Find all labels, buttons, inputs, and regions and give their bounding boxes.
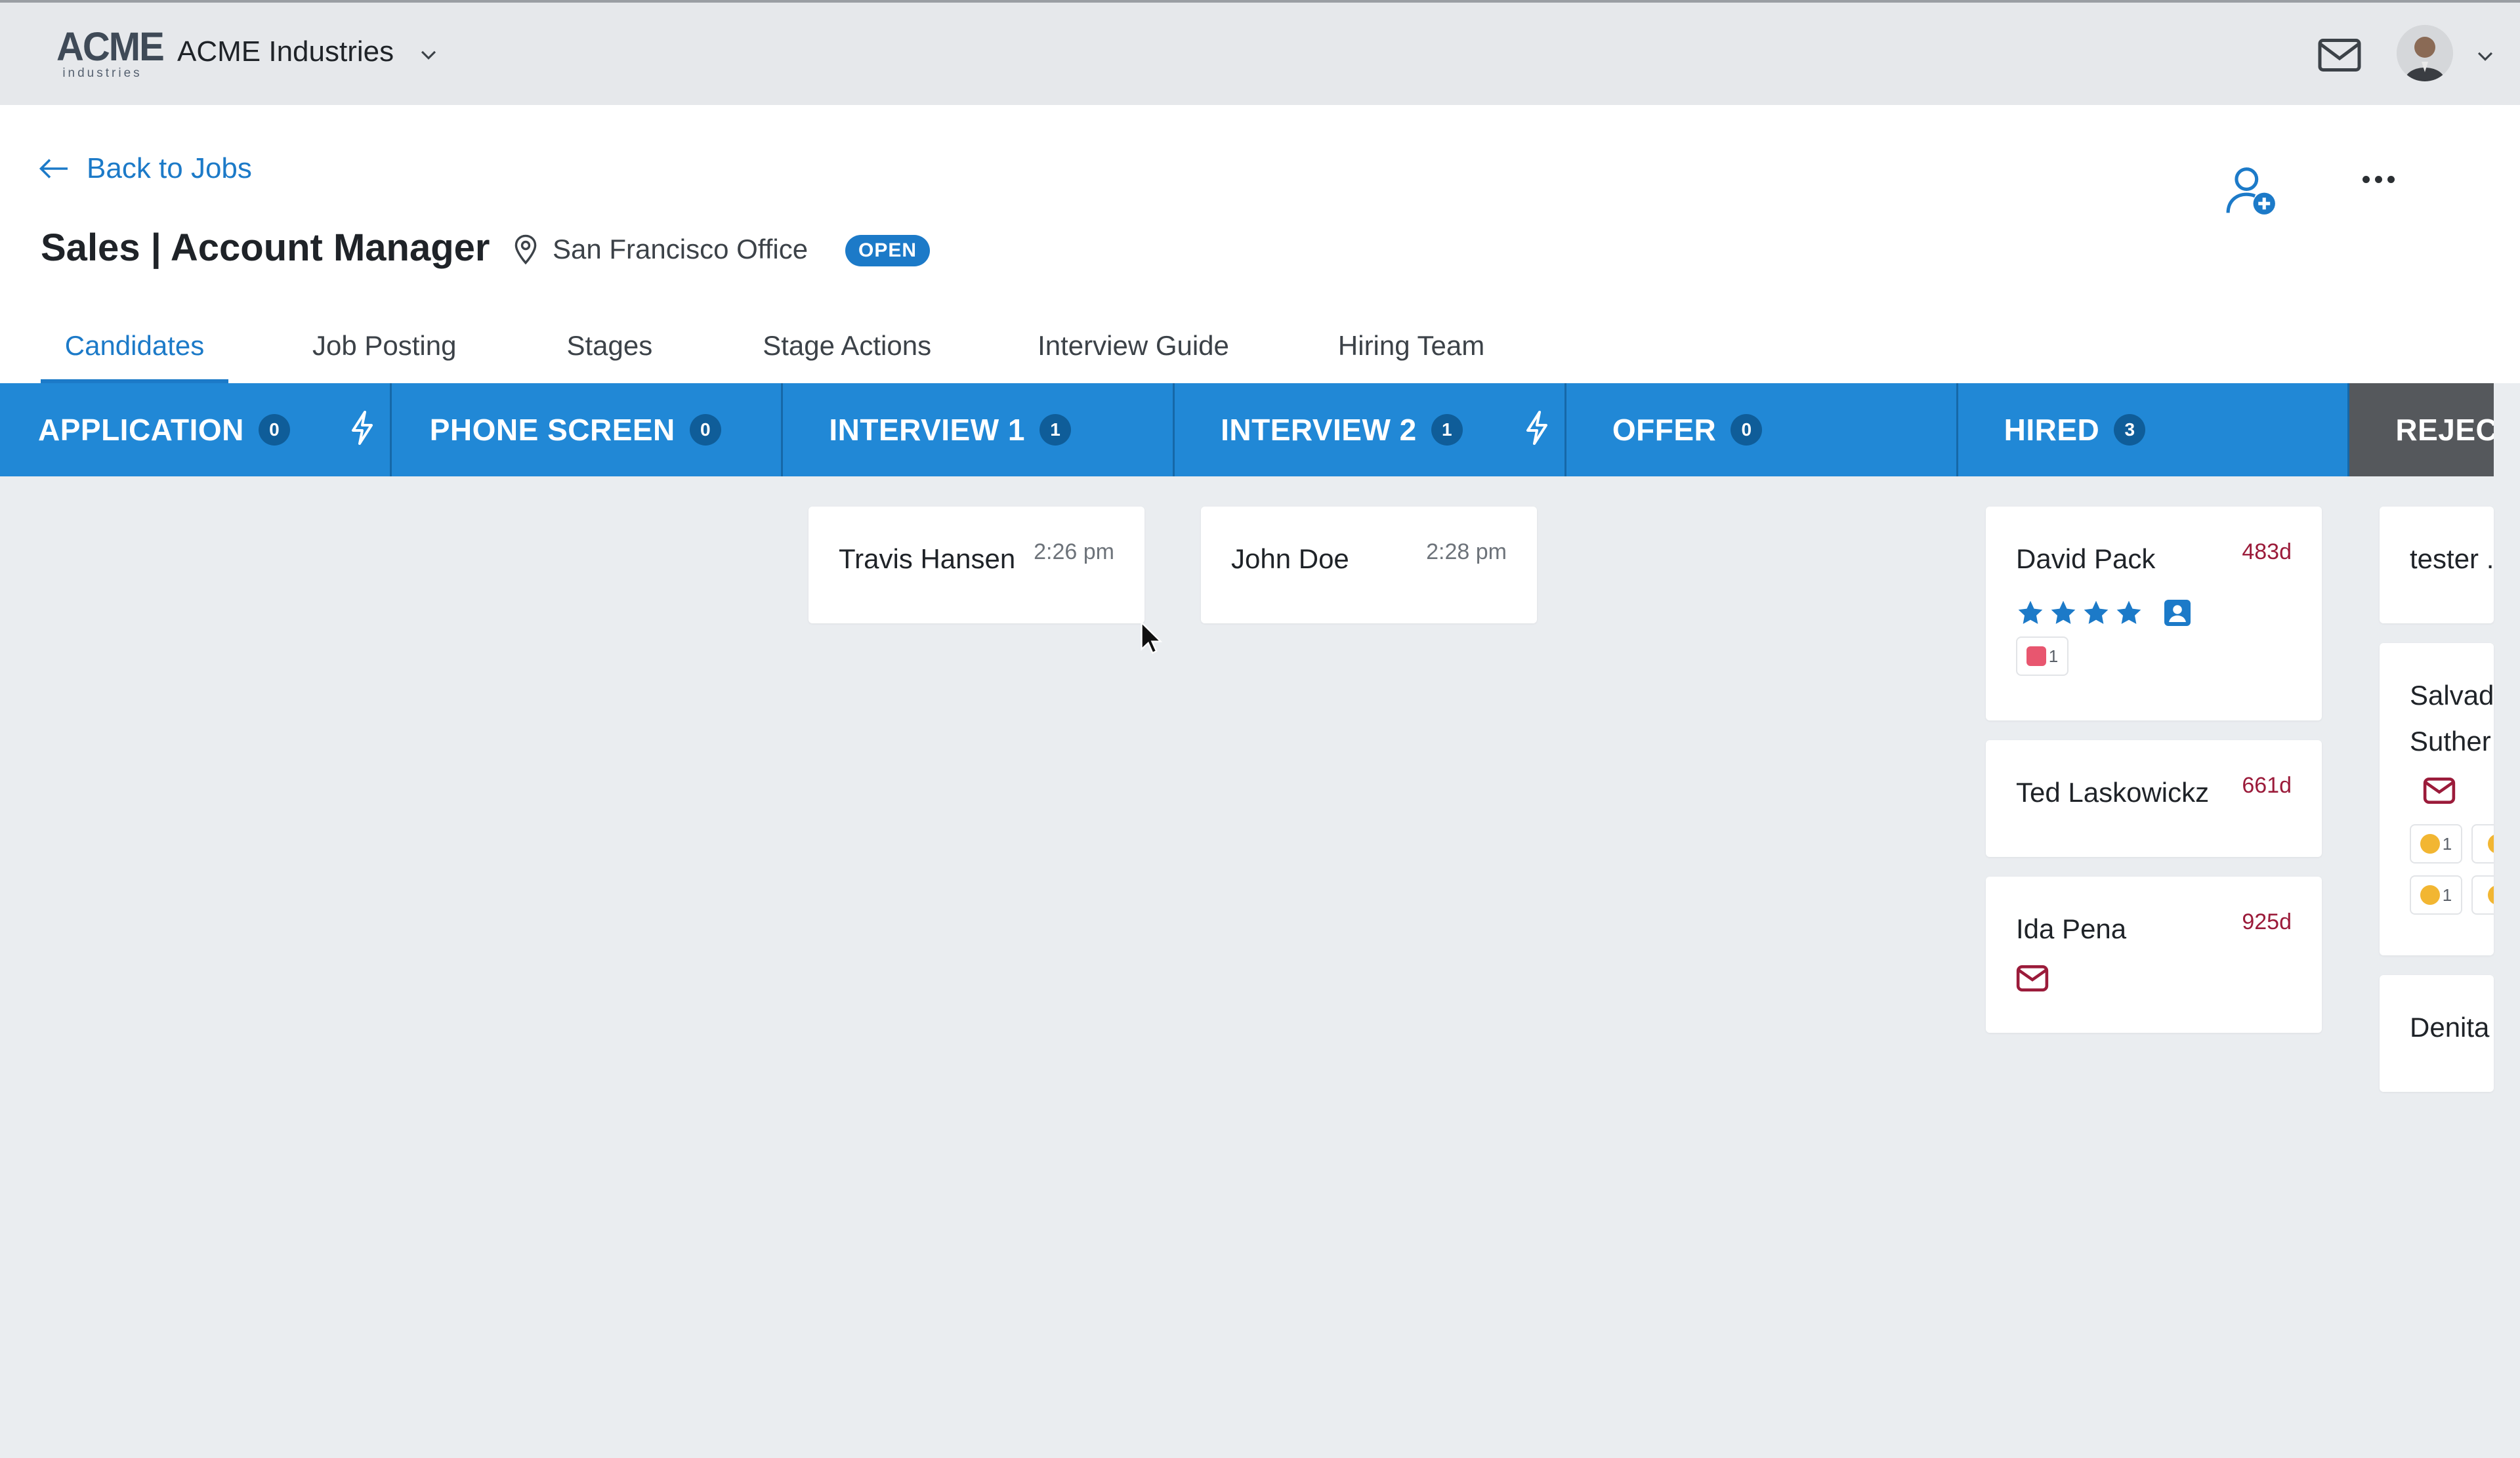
reaction-chip[interactable] [2471, 824, 2494, 864]
stage-name: INTERVIEW 2 [1221, 413, 1417, 447]
location-label: San Francisco Office [553, 234, 808, 264]
chevron-down-icon[interactable] [2474, 45, 2496, 67]
star-icon [2051, 600, 2076, 624]
stage-count-badge: 0 [258, 414, 290, 446]
mail-icon[interactable] [2016, 965, 2049, 992]
chevron-down-icon[interactable] [417, 43, 440, 66]
reaction-chip[interactable]: 1 [2410, 824, 2462, 864]
tab-job-posting[interactable]: Job Posting [312, 322, 456, 383]
candidate-time: 2:26 pm [1034, 539, 1114, 564]
candidate-card[interactable]: Ida Pena 925d [1986, 877, 2322, 1033]
reaction-chip[interactable]: 1 [2016, 636, 2068, 676]
stage-name: OFFER [1612, 413, 1717, 447]
lightning-icon[interactable] [1524, 411, 1550, 445]
candidate-card[interactable]: Salvad Suther 1 1 [2380, 643, 2494, 955]
candidate-card[interactable]: Denita [2380, 975, 2494, 1092]
stage-interview-2[interactable]: INTERVIEW 2 1 [1175, 383, 1566, 476]
stage-rejected[interactable]: REJECT [2349, 383, 2494, 476]
days-in-stage: 925d [2242, 909, 2292, 934]
candidate-time: 2:28 pm [1426, 539, 1507, 564]
reaction-count: 1 [2442, 833, 2452, 854]
reaction-chip[interactable]: 1 [2410, 875, 2462, 915]
mouse-cursor-icon [1141, 621, 1163, 654]
candidate-name: Travis Hansen [839, 543, 1016, 574]
logo-main-text: ACME [56, 24, 165, 70]
candidate-name: tester ... [2410, 543, 2494, 574]
candidate-card[interactable]: John Doe 2:28 pm [1201, 507, 1537, 623]
page-title: Sales | Account Manager [41, 226, 490, 269]
job-tabs: Candidates Job Posting Stages Stage Acti… [41, 322, 1484, 383]
candidate-card[interactable]: Travis Hansen 2:26 pm [808, 507, 1144, 623]
mail-icon[interactable] [2423, 777, 2456, 804]
candidate-rating [2016, 597, 2193, 629]
tab-stages[interactable]: Stages [566, 322, 652, 383]
more-options-icon[interactable] [2362, 176, 2395, 183]
add-candidate-icon[interactable] [2225, 164, 2278, 218]
mail-icon[interactable] [2317, 35, 2362, 75]
candidate-name: Ida Pena [2016, 913, 2127, 944]
days-in-stage: 483d [2242, 539, 2292, 564]
candidate-card[interactable]: tester ... [2380, 507, 2494, 623]
stage-name: REJECT [2395, 413, 2494, 447]
company-switcher[interactable]: ACME Industries [177, 35, 394, 68]
candidate-card[interactable]: David Pack 483d 1 [1986, 507, 2322, 720]
pipeline-stages: APPLICATION 0 PHONE SCREEN 0 INTERVIEW 1… [0, 383, 2494, 476]
dot [2362, 176, 2370, 183]
stage-application[interactable]: APPLICATION 0 [0, 383, 392, 476]
candidate-name: John Doe [1231, 543, 1349, 574]
back-to-jobs-link[interactable]: Back to Jobs [38, 152, 252, 185]
stage-hired[interactable]: HIRED 3 [1958, 383, 2350, 476]
tab-hiring-team[interactable]: Hiring Team [1338, 322, 1484, 383]
arrow-left-icon [39, 159, 68, 178]
top-bar: ACME industries ACME Industries [0, 0, 2520, 105]
reaction-count: 1 [2442, 885, 2452, 905]
stage-count-badge: 3 [2114, 414, 2146, 446]
raised-hands-emoji-icon [2420, 885, 2440, 905]
user-avatar[interactable] [2397, 25, 2453, 81]
stage-phone-screen[interactable]: PHONE SCREEN 0 [392, 383, 784, 476]
star-icon [2116, 600, 2141, 624]
candidate-name: Denita [2410, 1012, 2490, 1043]
reaction-count: 1 [2048, 646, 2059, 666]
user-photo-icon [2397, 25, 2453, 81]
tab-stage-actions[interactable]: Stage Actions [763, 322, 931, 383]
thumbs-up-emoji-icon [2488, 834, 2494, 854]
map-pin-icon [514, 234, 537, 265]
profile-card-icon[interactable] [2162, 597, 2193, 629]
smile-emoji-icon [2488, 885, 2494, 905]
lightning-icon[interactable] [349, 411, 375, 445]
dot [2387, 176, 2395, 183]
back-to-jobs-label: Back to Jobs [87, 152, 252, 184]
stage-interview-1[interactable]: INTERVIEW 1 1 [783, 383, 1175, 476]
star-icon [2084, 600, 2109, 624]
status-badge: OPEN [845, 235, 931, 266]
stage-offer[interactable]: OFFER 0 [1566, 383, 1958, 476]
candidate-name: Ted Laskowickz [2016, 777, 2210, 808]
stage-count-badge: 0 [1731, 414, 1763, 446]
reaction-chip[interactable] [2471, 875, 2494, 915]
hundred-emoji-icon [2026, 646, 2046, 666]
clap-emoji-icon [2420, 834, 2440, 854]
tab-candidates[interactable]: Candidates [41, 322, 228, 383]
candidate-name: David Pack [2016, 543, 2156, 574]
stage-count-badge: 1 [1040, 414, 1071, 446]
stage-name: INTERVIEW 1 [829, 413, 1025, 447]
job-location: San Francisco Office [512, 234, 808, 265]
company-logo: ACME industries [56, 24, 165, 83]
stage-name: APPLICATION [38, 413, 244, 447]
stage-count-badge: 1 [1431, 414, 1463, 446]
days-in-stage: 661d [2242, 773, 2292, 798]
stage-name: HIRED [2004, 413, 2100, 447]
candidate-name-line: Suther [2410, 726, 2491, 757]
candidate-name-line: Salvad [2410, 680, 2494, 711]
stage-count-badge: 0 [689, 414, 721, 446]
stage-name: PHONE SCREEN [429, 413, 675, 447]
candidate-card[interactable]: Ted Laskowickz 661d [1986, 740, 2322, 857]
dot [2375, 176, 2382, 183]
star-icon [2018, 600, 2043, 624]
tab-interview-guide[interactable]: Interview Guide [1038, 322, 1229, 383]
